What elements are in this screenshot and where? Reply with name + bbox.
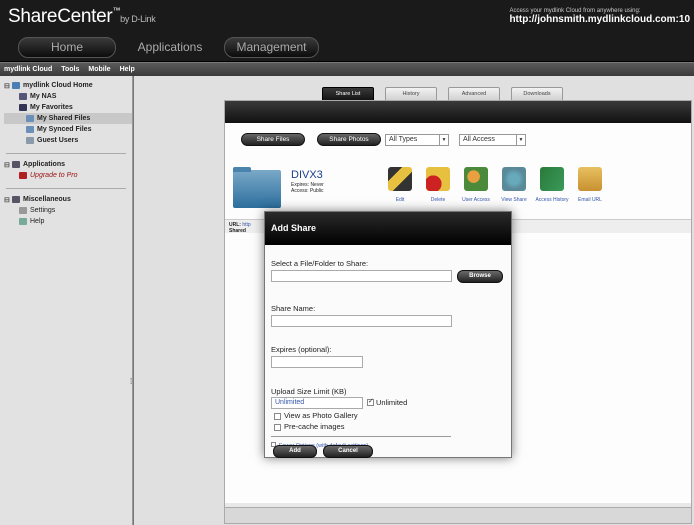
precache-checkbox[interactable] (274, 424, 281, 431)
gift-icon (19, 172, 27, 179)
sidebar-divider (6, 153, 126, 154)
sidebar-divider (6, 188, 126, 189)
precache-label: Pre-cache images (284, 422, 345, 431)
guest-users-icon (26, 137, 34, 144)
menu-help[interactable]: Help (120, 66, 135, 73)
sidebar-item-my-nas[interactable]: My NAS (4, 91, 132, 102)
add-button[interactable]: Add (273, 445, 317, 458)
upload-size-input[interactable]: Unlimited (271, 397, 363, 409)
favorites-icon (19, 104, 27, 111)
sidebar-item-upgrade[interactable]: Upgrade to Pro (4, 170, 132, 181)
management-button[interactable]: Management (224, 37, 319, 58)
share-files-button[interactable]: Share Files (241, 133, 305, 146)
view-share-action[interactable]: View Share (495, 167, 533, 203)
collapse-icon[interactable]: ⊟ (4, 196, 10, 204)
applications-icon (12, 161, 20, 168)
photo-gallery-checkbox[interactable] (274, 413, 281, 420)
home-button[interactable]: Home (18, 37, 116, 58)
share-name: DIVX3 (291, 169, 323, 181)
dropdown-arrow-icon: ▼ (439, 134, 448, 145)
collapse-icon[interactable]: ⊟ (4, 161, 10, 169)
email-icon (578, 167, 602, 191)
dialog-divider (271, 436, 451, 437)
filter-bar: Share Files Share Photos All Types ▼ All … (241, 133, 526, 146)
app-window: ShareCenter™by D-Link Access your mydlin… (0, 0, 694, 525)
email-url-action[interactable]: Email URL (571, 167, 609, 203)
help-icon (19, 218, 27, 225)
menu-mydlink-cloud[interactable]: mydlink Cloud (4, 66, 52, 73)
panel-header (225, 101, 691, 123)
synced-files-icon (26, 126, 34, 133)
wrench-icon (19, 207, 27, 214)
share-meta: Expires: Never Access: Public (291, 182, 324, 194)
sidebar: ⊟ mydlink Cloud Home My NAS My Favorites… (0, 76, 133, 525)
user-access-action[interactable]: User Access (457, 167, 495, 203)
panel-footer (225, 507, 691, 523)
home-icon (12, 82, 20, 89)
browse-button[interactable]: Browse (457, 270, 503, 283)
sidebar-item-help[interactable]: Help (4, 216, 132, 227)
shared-files-icon (26, 115, 34, 122)
main-nav: Home Applications Management (18, 37, 319, 58)
sidebar-item-guest-users[interactable]: Guest Users (4, 135, 132, 146)
book-icon (540, 167, 564, 191)
misc-icon (12, 196, 20, 203)
upload-size-label: Upload Size Limit (KB) (271, 387, 347, 396)
delete-action[interactable]: Delete (419, 167, 457, 203)
cloud-url[interactable]: http://johnsmith.mydlinkcloud.com:10 (509, 14, 690, 25)
edit-action[interactable]: Edit (381, 167, 419, 203)
menu-bar: mydlink Cloud Tools Mobile Help (0, 63, 694, 76)
menu-tools[interactable]: Tools (61, 66, 79, 73)
sidebar-item-my-synced-files[interactable]: My Synced Files (4, 124, 132, 135)
share-actions: Edit Delete User Access View Share Acces… (381, 167, 609, 203)
share-name-input[interactable] (271, 315, 452, 327)
dialog-title: Add Share (265, 212, 511, 245)
type-filter-select[interactable]: All Types ▼ (385, 133, 449, 146)
nas-icon (19, 93, 27, 100)
cancel-button[interactable]: Cancel (323, 445, 373, 458)
header: ShareCenter™by D-Link Access your mydlin… (0, 0, 694, 62)
sidebar-resize-handle[interactable]: ⁞ (130, 377, 132, 386)
users-icon (464, 167, 488, 191)
menu-mobile[interactable]: Mobile (88, 66, 110, 73)
access-filter-select[interactable]: All Access ▼ (459, 133, 526, 146)
cloud-access-note: Access your mydlink Cloud from anywhere … (509, 8, 690, 25)
dialog-body: Select a File/Folder to Share: Browse Sh… (265, 245, 511, 459)
file-path-input[interactable] (271, 270, 452, 282)
share-photos-button[interactable]: Share Photos (317, 133, 381, 146)
expires-input[interactable] (271, 356, 363, 368)
access-history-action[interactable]: Access History (533, 167, 571, 203)
sidebar-item-applications[interactable]: ⊟ Applications (4, 159, 132, 170)
select-file-label: Select a File/Folder to Share: (271, 259, 369, 268)
unlimited-label: Unlimited (376, 398, 408, 407)
expires-label: Expires (optional): (271, 345, 332, 354)
sidebar-item-my-favorites[interactable]: My Favorites (4, 102, 132, 113)
delete-icon (426, 167, 450, 191)
add-share-dialog: Add Share Select a File/Folder to Share:… (264, 211, 512, 458)
pencil-icon (388, 167, 412, 191)
sidebar-item-settings[interactable]: Settings (4, 205, 132, 216)
photo-gallery-label: View as Photo Gallery (284, 411, 358, 420)
unlimited-checkbox[interactable] (367, 397, 374, 406)
sidebar-item-cloud-home[interactable]: ⊟ mydlink Cloud Home (4, 80, 132, 91)
dropdown-arrow-icon: ▼ (516, 134, 525, 145)
sidebar-item-my-shared-files[interactable]: My Shared Files (4, 113, 132, 124)
sharecenter-logo: ShareCenter™by D-Link (8, 6, 156, 27)
applications-button[interactable]: Applications (124, 37, 216, 58)
view-share-icon (502, 167, 526, 191)
sidebar-item-miscellaneous[interactable]: ⊟ Miscellaneous (4, 194, 132, 205)
share-name-label: Share Name: (271, 304, 316, 313)
collapse-icon[interactable]: ⊟ (4, 82, 10, 90)
folder-icon (233, 167, 281, 208)
